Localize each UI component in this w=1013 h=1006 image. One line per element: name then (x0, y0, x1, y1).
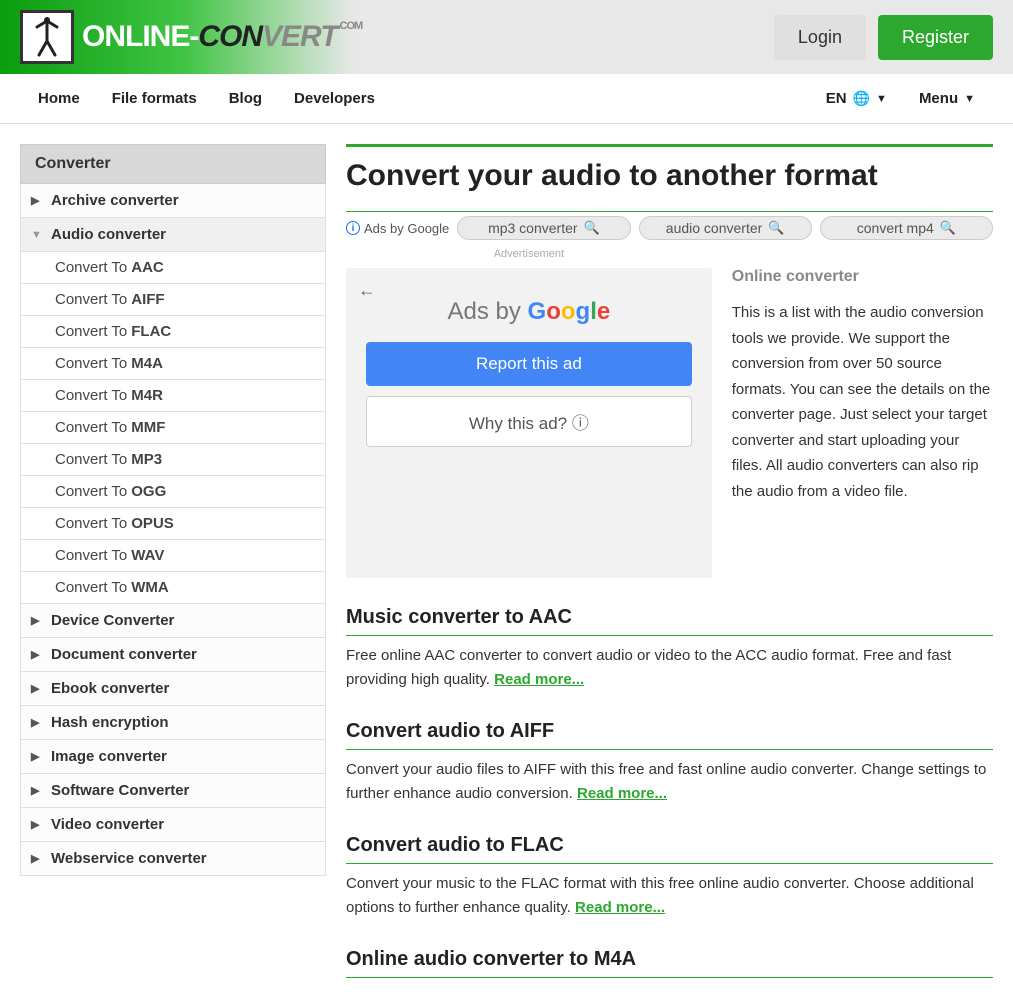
spacer (732, 248, 993, 260)
arrow-right-icon: ▶ (31, 750, 43, 763)
divider (346, 144, 993, 147)
nav-language[interactable]: EN🌐▼ (826, 74, 887, 123)
sidebar: Converter ▶Archive converter ▼Audio conv… (20, 144, 326, 986)
sidebar-item-archive[interactable]: ▶Archive converter (20, 184, 326, 218)
section-desc: Free online AAC converter to convert aud… (346, 644, 993, 692)
section-title: Music converter to AAC (346, 606, 993, 636)
ad-box: ← Ads by Google Report this ad Why this … (346, 268, 712, 578)
ads-row: iAds by Google mp3 converter🔍 audio conv… (346, 211, 993, 240)
sidebar-sub-convert-m4a[interactable]: Convert To M4A (20, 348, 326, 380)
ad-chip-mp3[interactable]: mp3 converter🔍 (457, 216, 630, 240)
register-button[interactable]: Register (878, 15, 993, 60)
section-title: Online audio converter to M4A (346, 948, 993, 978)
top-header: ONLINE-CONVERT.COM Login Register (0, 0, 1013, 74)
logo-text: ONLINE-CONVERT.COM (82, 20, 362, 54)
arrow-right-icon: ▶ (31, 784, 43, 797)
why-this-ad-button[interactable]: Why this ad? ⓘ (366, 396, 692, 447)
sidebar-item-webservice[interactable]: ▶Webservice converter (20, 842, 326, 876)
arrow-right-icon: ▶ (31, 648, 43, 661)
sidebar-item-audio[interactable]: ▼Audio converter (20, 218, 326, 252)
sidebar-sub-convert-aiff[interactable]: Convert To AIFF (20, 284, 326, 316)
sidebar-sub-convert-m4r[interactable]: Convert To M4R (20, 380, 326, 412)
sidebar-item-video[interactable]: ▶Video converter (20, 808, 326, 842)
main-content: Convert your audio to another format iAd… (346, 144, 993, 986)
read-more-link[interactable]: Read more... (577, 785, 667, 802)
arrow-right-icon: ▶ (31, 194, 43, 207)
sidebar-item-hash[interactable]: ▶Hash encryption (20, 706, 326, 740)
sidebar-item-software[interactable]: ▶Software Converter (20, 774, 326, 808)
logo[interactable]: ONLINE-CONVERT.COM (20, 10, 362, 64)
sidebar-sub-convert-wav[interactable]: Convert To WAV (20, 540, 326, 572)
auth-buttons: Login Register (774, 15, 993, 60)
nav-home[interactable]: Home (38, 74, 80, 123)
chevron-down-icon: ▼ (964, 93, 975, 105)
section-title: Convert audio to AIFF (346, 720, 993, 750)
nav-blog[interactable]: Blog (229, 74, 262, 123)
description-column: Online converter This is a list with the… (732, 248, 993, 578)
sidebar-sub-convert-wma[interactable]: Convert To WMA (20, 572, 326, 604)
sidebar-sub-convert-mp3[interactable]: Convert To MP3 (20, 444, 326, 476)
read-more-link[interactable]: Read more... (494, 671, 584, 688)
nav-file-formats[interactable]: File formats (112, 74, 197, 123)
search-icon: 🔍 (768, 220, 784, 236)
read-more-link[interactable]: Read more... (575, 899, 665, 916)
sidebar-sub-convert-ogg[interactable]: Convert To OGG (20, 476, 326, 508)
advertisement-caption: Advertisement (346, 248, 712, 260)
sidebar-item-image[interactable]: ▶Image converter (20, 740, 326, 774)
section-desc: Convert your audio files to AIFF with th… (346, 758, 993, 806)
section-desc: Convert your music to the FLAC format wi… (346, 872, 993, 920)
converter-section: Convert audio to AIFF Convert your audio … (346, 720, 993, 806)
sidebar-sub-convert-aac[interactable]: Convert To AAC (20, 252, 326, 284)
arrow-right-icon: ▶ (31, 716, 43, 729)
ads-title: Ads by Google (366, 298, 692, 326)
nav-developers[interactable]: Developers (294, 74, 375, 123)
info-icon: i (346, 221, 360, 235)
report-ad-button[interactable]: Report this ad (366, 342, 692, 386)
nav-bar: Home File formats Blog Developers EN🌐▼ M… (0, 74, 1013, 124)
nav-menu[interactable]: Menu▼ (919, 74, 975, 123)
ad-chip-audio[interactable]: audio converter🔍 (639, 216, 812, 240)
section-title: Convert audio to FLAC (346, 834, 993, 864)
ads-by-google-label: iAds by Google (346, 221, 449, 236)
ad-chip-mp4[interactable]: convert mp4🔍 (820, 216, 993, 240)
converter-section: Online audio converter to M4A (346, 948, 993, 978)
converter-section: Convert audio to FLAC Convert your music … (346, 834, 993, 920)
sidebar-item-device[interactable]: ▶Device Converter (20, 604, 326, 638)
back-arrow-icon[interactable]: ← (358, 280, 376, 301)
logo-icon (20, 10, 74, 64)
sidebar-sub-convert-flac[interactable]: Convert To FLAC (20, 316, 326, 348)
arrow-right-icon: ▶ (31, 852, 43, 865)
globe-icon: 🌐 (853, 90, 870, 107)
description-title: Online converter (732, 268, 993, 286)
search-icon: 🔍 (940, 220, 956, 236)
search-icon: 🔍 (584, 220, 600, 236)
chevron-down-icon: ▼ (876, 93, 887, 105)
arrow-down-icon: ▼ (31, 229, 43, 241)
arrow-right-icon: ▶ (31, 682, 43, 695)
sidebar-title: Converter (20, 144, 326, 184)
sidebar-item-document[interactable]: ▶Document converter (20, 638, 326, 672)
sidebar-sub-convert-opus[interactable]: Convert To OPUS (20, 508, 326, 540)
arrow-right-icon: ▶ (31, 818, 43, 831)
description-text: This is a list with the audio conversion… (732, 300, 993, 504)
converter-section: Music converter to AAC Free online AAC co… (346, 606, 993, 692)
arrow-right-icon: ▶ (31, 614, 43, 627)
page-title: Convert your audio to another format (346, 159, 993, 193)
sidebar-item-ebook[interactable]: ▶Ebook converter (20, 672, 326, 706)
login-button[interactable]: Login (774, 15, 866, 60)
sidebar-sub-convert-mmf[interactable]: Convert To MMF (20, 412, 326, 444)
